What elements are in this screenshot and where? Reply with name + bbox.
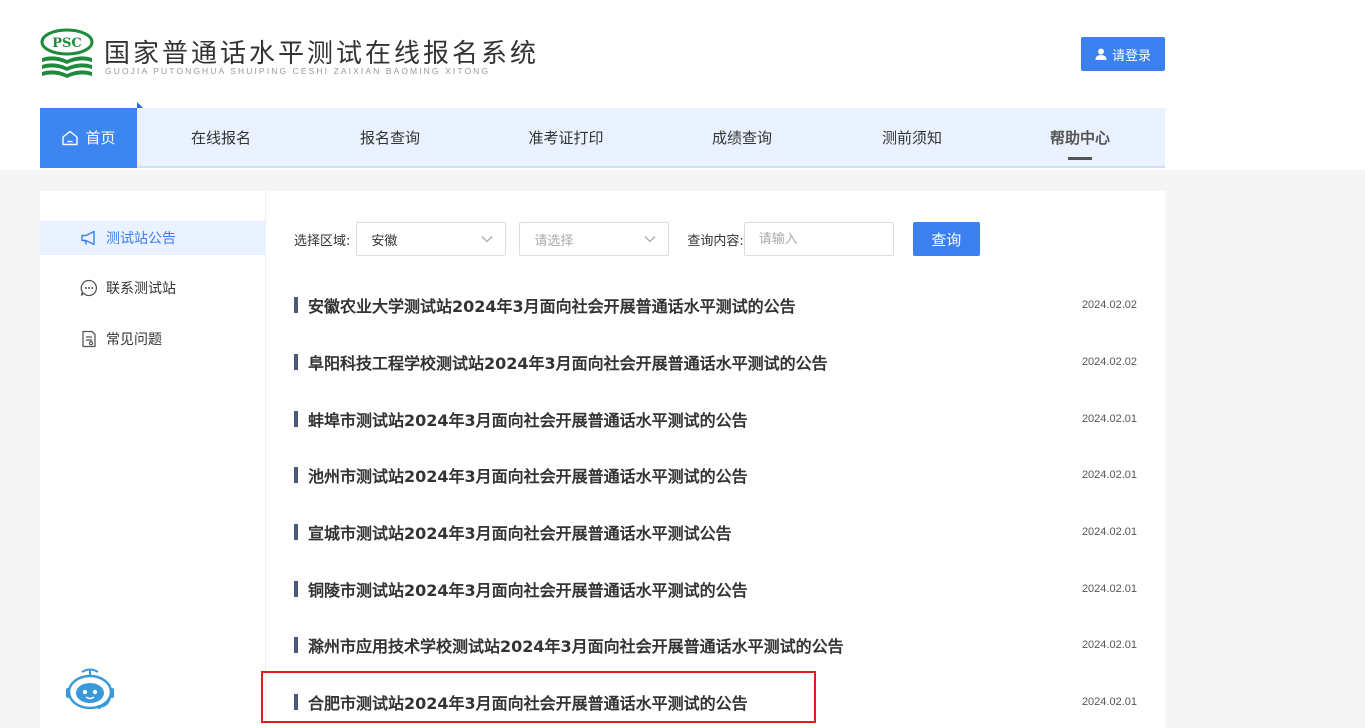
announcement-list: 安徽农业大学测试站2024年3月面向社会开展普通话水平测试的公告 2024.02… — [294, 277, 1137, 728]
nav-item-pre-test-notice[interactable]: 测前须知 — [853, 108, 971, 168]
megaphone-icon — [81, 230, 95, 246]
sidebar-item-station-announcements[interactable]: 测试站公告 — [40, 221, 266, 255]
chevron-down-icon — [481, 236, 493, 243]
site-header: PSC 国家普通话水平测试在线报名系统 GUOJIA PUTONGHUA SHU… — [40, 0, 1165, 108]
nav-item-score-query[interactable]: 成绩查询 — [683, 108, 801, 168]
announcement-title[interactable]: 宣城市测试站2024年3月面向社会开展普通话水平测试公告 — [308, 520, 732, 544]
main-content: 测试站公告 联系测试站 常见问题 选择区域: 安徽 请选择 查询内容: 请输入 … — [40, 191, 1165, 728]
list-item[interactable]: 铜陵市测试站2024年3月面向社会开展普通话水平测试的公告 2024.02.01 — [294, 560, 1137, 617]
nav-item-help-center[interactable]: 帮助中心 — [1021, 108, 1139, 168]
sidebar-item-label: 测试站公告 — [106, 231, 176, 247]
site-title: 国家普通话水平测试在线报名系统 — [104, 39, 540, 69]
psc-logo[interactable]: PSC — [40, 28, 94, 80]
announcement-date: 2024.02.01 — [1081, 582, 1137, 595]
announcement-title[interactable]: 阜阳科技工程学校测试站2024年3月面向社会开展普通话水平测试的公告 — [308, 350, 828, 374]
announcement-title[interactable]: 池州市测试站2024年3月面向社会开展普通话水平测试的公告 — [308, 463, 748, 487]
document-icon — [82, 330, 96, 348]
nav-item-admission-ticket[interactable]: 准考证打印 — [507, 108, 625, 168]
robot-assistant-icon[interactable] — [64, 666, 116, 714]
user-icon — [1095, 48, 1107, 60]
announcement-date: 2024.02.02 — [1081, 299, 1137, 312]
sidebar-item-faq[interactable]: 常见问题 — [40, 322, 266, 356]
bullet-bar — [294, 410, 298, 427]
home-icon — [62, 130, 79, 146]
sidebar-item-label: 联系测试站 — [106, 281, 176, 297]
list-item[interactable]: 阜阳科技工程学校测试站2024年3月面向社会开展普通话水平测试的公告 2024.… — [294, 334, 1137, 391]
list-item[interactable]: 蚌埠市测试站2024年3月面向社会开展普通话水平测试的公告 2024.02.01 — [294, 390, 1137, 447]
announcement-title[interactable]: 滁州市应用技术学校测试站2024年3月面向社会开展普通话水平测试的公告 — [308, 633, 844, 657]
site-pinyin: GUOJIA PUTONGHUA SHUIPING CESHI ZAIXIAN … — [105, 66, 491, 76]
list-item[interactable]: 安徽农业大学测试站2024年3月面向社会开展普通话水平测试的公告 2024.02… — [294, 277, 1137, 334]
list-item[interactable]: 滁州市应用技术学校测试站2024年3月面向社会开展普通话水平测试的公告 2024… — [294, 617, 1137, 674]
bullet-bar — [294, 467, 298, 484]
announcement-date: 2024.02.01 — [1081, 526, 1137, 539]
nav-item-label: 首页 — [85, 129, 116, 147]
region-label: 选择区域: — [294, 233, 351, 249]
announcement-title[interactable]: 安徽农业大学测试站2024年3月面向社会开展普通话水平测试的公告 — [308, 293, 796, 317]
query-button[interactable]: 查询 — [912, 222, 980, 256]
bullet-bar — [294, 297, 298, 314]
city-select[interactable]: 请选择 — [519, 222, 670, 256]
city-select-placeholder: 请选择 — [534, 233, 574, 249]
query-label: 查询内容: — [687, 233, 744, 249]
chat-icon — [80, 279, 98, 297]
active-underline — [1068, 157, 1092, 160]
region-select-value: 安徽 — [371, 233, 398, 249]
announcement-date: 2024.02.01 — [1081, 696, 1137, 709]
login-label: 请登录 — [1111, 48, 1151, 64]
nav-item-home[interactable]: 首页 — [40, 102, 143, 168]
bullet-bar — [294, 637, 298, 654]
announcement-title[interactable]: 铜陵市测试站2024年3月面向社会开展普通话水平测试的公告 — [308, 577, 748, 601]
chevron-down-icon — [644, 236, 656, 243]
nav-item-label: 帮助中心 — [1049, 129, 1110, 147]
announcement-title[interactable]: 合肥市测试站2024年3月面向社会开展普通话水平测试的公告 — [308, 690, 748, 714]
query-input[interactable] — [743, 222, 894, 256]
list-item[interactable]: 宣城市测试站2024年3月面向社会开展普通话水平测试公告 2024.02.01 — [294, 504, 1137, 561]
filter-bar: 选择区域: 安徽 请选择 查询内容: 查询 — [294, 222, 980, 256]
sidebar-item-label: 常见问题 — [106, 332, 162, 348]
logo-text: PSC — [52, 36, 82, 51]
nav-item-registration-query[interactable]: 报名查询 — [331, 108, 449, 168]
main-nav: 首页 在线报名 报名查询 准考证打印 成绩查询 测前须知 帮助中心 — [40, 102, 1165, 168]
announcement-title[interactable]: 蚌埠市测试站2024年3月面向社会开展普通话水平测试的公告 — [308, 407, 748, 431]
bullet-bar — [294, 694, 298, 711]
announcement-date: 2024.02.01 — [1081, 469, 1137, 482]
announcement-date: 2024.02.02 — [1081, 356, 1137, 369]
list-item[interactable]: 池州市测试站2024年3月面向社会开展普通话水平测试的公告 2024.02.01 — [294, 447, 1137, 504]
login-button[interactable]: 请登录 — [1081, 37, 1165, 71]
announcement-date: 2024.02.01 — [1081, 412, 1137, 425]
region-select[interactable]: 安徽 — [356, 222, 507, 256]
nav-item-online-registration[interactable]: 在线报名 — [162, 108, 280, 168]
sidebar-item-contact-station[interactable]: 联系测试站 — [40, 271, 266, 305]
sidebar: 测试站公告 联系测试站 常见问题 — [40, 191, 266, 728]
bullet-bar — [294, 354, 298, 371]
bullet-bar — [294, 524, 298, 541]
bullet-bar — [294, 580, 298, 597]
list-item[interactable]: 合肥市测试站2024年3月面向社会开展普通话水平测试的公告 2024.02.01 — [294, 674, 1137, 728]
announcement-date: 2024.02.01 — [1081, 639, 1137, 652]
